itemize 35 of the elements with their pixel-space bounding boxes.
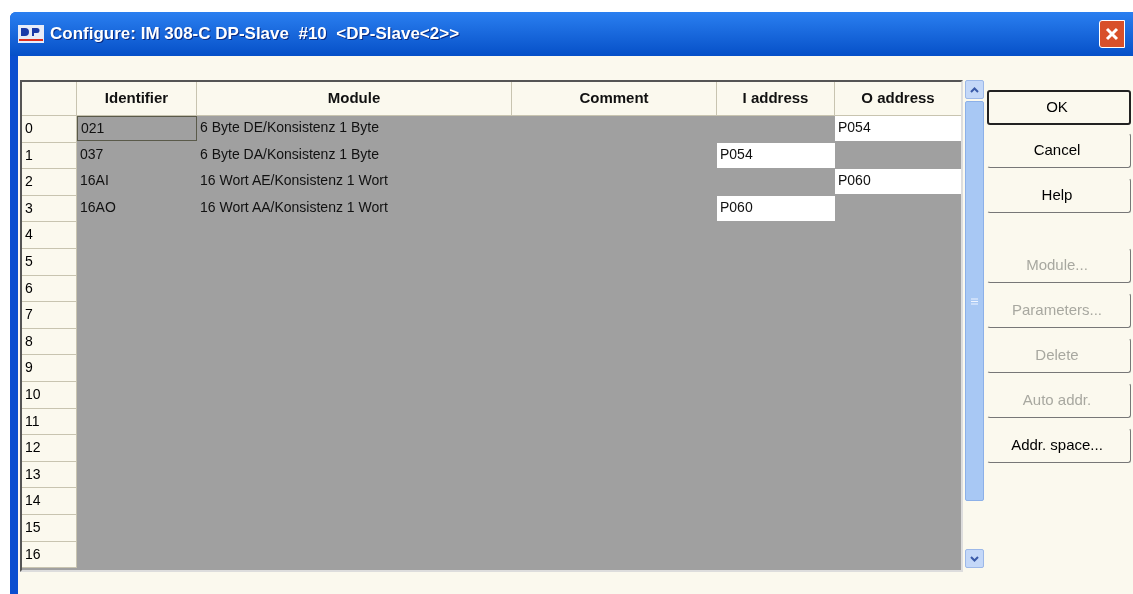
scroll-down-button[interactable] [965, 549, 984, 568]
row-number: 11 [25, 412, 40, 429]
row-number: 14 [25, 492, 41, 509]
scrollbar[interactable] [965, 80, 984, 568]
scroll-up-button[interactable] [965, 80, 984, 99]
dialog-button[interactable]: Addr. space... [987, 428, 1131, 463]
dialog-button[interactable]: Help [987, 178, 1131, 213]
dialog-button[interactable]: OK [987, 90, 1131, 125]
row-number: 15 [25, 518, 41, 535]
table-cell: 021 [77, 116, 197, 141]
row-number: 1 [25, 146, 33, 163]
scroll-thumb[interactable] [965, 101, 984, 501]
row-number: 10 [25, 385, 41, 402]
row-number: 5 [25, 252, 33, 269]
window-title: Configure: IM 308-C DP-Slave #10 <DP-Slave<2>> [50, 23, 460, 46]
row-number: 13 [25, 465, 41, 482]
row-number: 3 [25, 199, 33, 216]
grip-icon [971, 297, 978, 305]
table-cell: P060 [835, 169, 961, 195]
close-button[interactable] [1099, 20, 1125, 48]
table-cell: P054 [717, 142, 835, 168]
table-cell: P054 [835, 116, 961, 141]
row-number: 9 [25, 359, 33, 376]
table-cell: P060 [717, 195, 835, 221]
dialog-button[interactable]: Cancel [987, 133, 1131, 168]
row-number: 7 [25, 306, 33, 323]
row-number: 0 [25, 120, 33, 136]
row-number: 4 [25, 226, 33, 243]
row-number: 16 [25, 545, 41, 562]
close-icon [1104, 26, 1120, 42]
row-number: 6 [25, 279, 33, 296]
row-number: 2 [25, 173, 33, 190]
row-number: 12 [25, 439, 41, 456]
row-number: 8 [25, 332, 33, 349]
dp-logo-icon [18, 25, 44, 43]
